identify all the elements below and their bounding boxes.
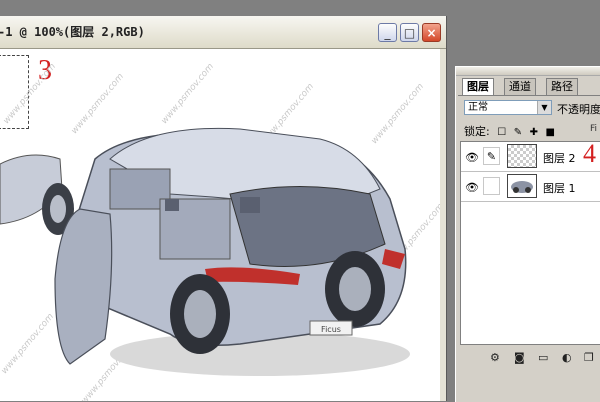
tab-paths[interactable]: 路径 — [546, 78, 578, 95]
blend-mode-value: 正常 — [468, 102, 488, 113]
blend-mode-select[interactable]: 正常 ▼ — [464, 100, 552, 115]
license-plate: Ficus — [321, 325, 341, 334]
fill-label: Fi — [590, 124, 598, 134]
layer-row[interactable]: 👁 图层 1 — [461, 172, 600, 202]
link-slot[interactable] — [483, 177, 500, 195]
lock-all-icon[interactable]: ■ — [545, 127, 554, 138]
lock-paint-icon[interactable]: ✎ — [514, 127, 522, 138]
tab-layers[interactable]: 图层 — [462, 78, 494, 95]
minimize-button[interactable]: _ — [378, 23, 397, 42]
annotation-4: 4 — [583, 139, 596, 168]
layer-name: 图层 2 — [543, 152, 576, 165]
maximize-icon: □ — [403, 25, 416, 40]
layer-thumbnail — [507, 174, 537, 198]
document-title: -1 @ 100%(图层 2,RGB) — [0, 25, 145, 39]
panel-grip[interactable] — [456, 67, 600, 76]
document-title-bar[interactable]: -1 @ 100%(图层 2,RGB) _ □ × — [0, 16, 446, 49]
lock-label: 锁定: — [464, 125, 490, 138]
eye-icon[interactable]: 👁 — [465, 181, 479, 194]
close-button[interactable]: × — [422, 23, 441, 42]
chevron-down-icon: ▼ — [537, 101, 551, 114]
panel-footer: ⚙ ◙ ▭ ◐ ❐ — [460, 349, 600, 369]
tab-channels[interactable]: 通道 — [504, 78, 536, 95]
image-canvas[interactable]: 3 www.psmov.com www.psmov.com www.psmov.… — [0, 49, 440, 401]
panel-tabs: 图层 通道 路径 — [458, 77, 600, 96]
eye-icon[interactable]: 👁 — [465, 151, 479, 164]
lock-row: 锁定: ☐ ✎ ✚ ■ — [464, 123, 555, 139]
layers-list: 👁 ✎ 图层 2 👁 图层 1 — [460, 141, 600, 345]
car-cutaway-illustration: Ficus — [0, 127, 410, 376]
layer-row[interactable]: 👁 ✎ 图层 2 — [461, 142, 600, 172]
layer-mask-icon[interactable]: ◙ — [514, 351, 525, 364]
new-set-icon[interactable]: ▭ — [538, 351, 548, 364]
adjustment-layer-icon[interactable]: ◐ — [562, 351, 572, 364]
layer-name: 图层 1 — [543, 182, 576, 195]
layer-style-icon[interactable]: ⚙ — [490, 351, 500, 364]
brush-icon[interactable]: ✎ — [483, 147, 500, 165]
lock-move-icon[interactable]: ✚ — [530, 127, 538, 138]
vertical-scrollbar[interactable] — [440, 49, 446, 401]
document-window: -1 @ 100%(图层 2,RGB) _ □ × 3 www.psmov.co… — [0, 16, 447, 401]
new-layer-icon[interactable]: ❐ — [584, 351, 594, 364]
maximize-button[interactable]: □ — [400, 23, 419, 42]
lock-transparency-icon[interactable]: ☐ — [497, 127, 506, 138]
minimize-icon: _ — [384, 25, 391, 40]
layers-panel: 图层 通道 路径 正常 ▼ 不透明度 锁定: ☐ ✎ ✚ ■ Fi 👁 ✎ 图层… — [455, 66, 600, 402]
opacity-label: 不透明度 — [557, 103, 600, 116]
layer-thumbnail — [507, 144, 537, 168]
close-icon: × — [426, 25, 437, 40]
